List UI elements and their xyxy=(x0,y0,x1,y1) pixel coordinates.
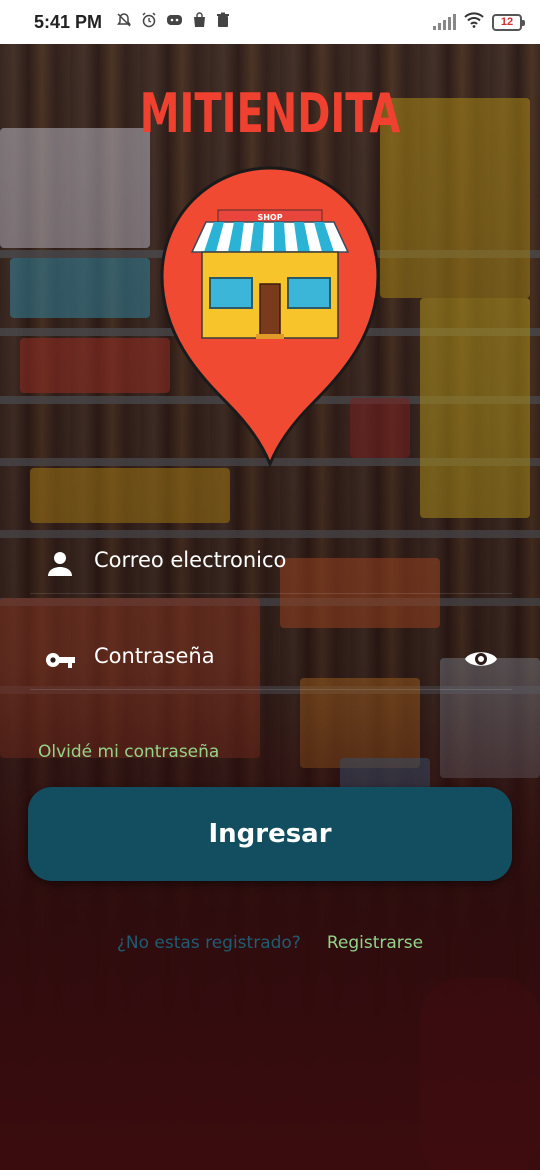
status-notification-icons xyxy=(116,12,230,32)
login-button[interactable]: Ingresar xyxy=(28,787,512,881)
email-placeholder: Correo electronico xyxy=(94,548,287,572)
status-time: 5:41 PM xyxy=(34,11,103,32)
alarm-icon xyxy=(141,12,157,32)
password-field[interactable]: Contraseña xyxy=(30,626,512,690)
mute-notification-icon xyxy=(116,12,132,32)
forgot-password-link[interactable]: Olvidé mi contraseña xyxy=(38,742,219,762)
person-icon xyxy=(48,552,72,576)
trash-icon xyxy=(216,12,230,32)
app-title: MITIENDITA xyxy=(139,82,401,145)
register-question: ¿No estas registrado? xyxy=(116,933,301,953)
shop-bag-icon xyxy=(192,12,207,32)
password-placeholder: Contraseña xyxy=(94,644,215,668)
shop-sign-text: SHOP xyxy=(257,213,282,222)
battery-icon: 12 xyxy=(492,13,525,31)
wifi-icon xyxy=(464,11,484,33)
shop-pin-logo: SHOP xyxy=(160,166,380,468)
status-system-icons: 12 xyxy=(433,11,525,33)
discord-icon xyxy=(166,13,183,31)
key-icon xyxy=(46,653,75,668)
eye-icon[interactable] xyxy=(464,646,498,672)
status-bar: 5:41 PM 12 xyxy=(0,0,540,44)
register-row: ¿No estas registrado? Registrarse xyxy=(0,933,540,953)
battery-level: 12 xyxy=(500,16,514,28)
email-field[interactable]: Correo electronico xyxy=(30,530,512,594)
signal-icon xyxy=(433,14,456,30)
register-link[interactable]: Registrarse xyxy=(327,933,423,953)
